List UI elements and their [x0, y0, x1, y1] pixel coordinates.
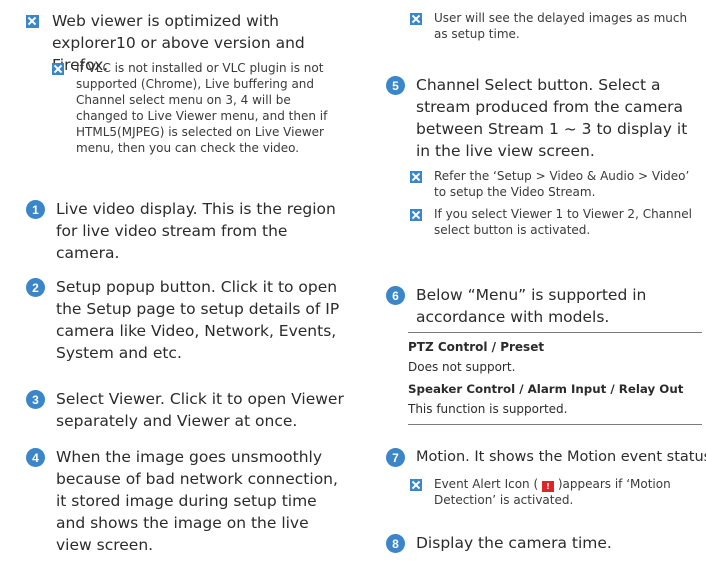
table-top-rule: [408, 332, 702, 333]
intro-note-text: If VLC is not installed or VLC plugin is…: [76, 61, 328, 155]
item-2-text: Setup popup button. Click it to open the…: [56, 278, 340, 362]
item-7: 7 Motion. It shows the Motion event stat…: [386, 446, 706, 468]
item-7-note-pre: Event Alert Icon (: [434, 477, 539, 491]
number-badge-5: 5: [386, 76, 405, 95]
item-5: 5 Channel Select button. Select a stream…: [386, 74, 700, 162]
number-badge-7: 7: [386, 448, 405, 467]
note-square-icon: [410, 13, 422, 25]
item-5-text: Channel Select button. Select a stream p…: [416, 76, 688, 160]
item-5-note-2-text: If you select Viewer 1 to Viewer 2, Chan…: [434, 207, 692, 237]
bullet-square-icon: [26, 15, 39, 28]
number-badge-1: 1: [26, 200, 45, 219]
item-8: 8 Display the camera time.: [386, 532, 696, 554]
table-row-2-head: Speaker Control / Alarm Input / Relay Ou…: [408, 382, 684, 396]
item-4-text: When the image goes unsmoothly because o…: [56, 448, 338, 554]
intro-note: If VLC is not installed or VLC plugin is…: [52, 60, 348, 156]
item-5-note-2: If you select Viewer 1 to Viewer 2, Chan…: [410, 206, 702, 238]
table-row-1-head: PTZ Control / Preset: [408, 340, 545, 354]
note-square-icon: [410, 171, 422, 183]
note-square-icon: [52, 63, 64, 75]
item-7-note-text: Event Alert Icon ( ! )appears if ‘Motion…: [434, 476, 700, 508]
item-3-text: Select Viewer. Click it to open Viewer s…: [56, 390, 344, 430]
item-4: 4 When the image goes unsmoothly because…: [26, 446, 346, 556]
item-6: 6 Below “Menu” is supported in accordanc…: [386, 284, 696, 328]
number-badge-2: 2: [26, 278, 45, 297]
item-1: 1 Live video display. This is the region…: [26, 198, 346, 264]
item-3: 3 Select Viewer. Click it to open Viewer…: [26, 388, 346, 432]
item-7-note: Event Alert Icon ( ! )appears if ‘Motion…: [410, 476, 702, 508]
item-8-text: Display the camera time.: [416, 534, 612, 552]
event-alert-icon: !: [541, 481, 554, 492]
table-bottom-rule: [408, 424, 702, 425]
note-square-icon: [410, 479, 422, 491]
top-note-text: User will see the delayed images as much…: [434, 11, 688, 41]
top-note: User will see the delayed images as much…: [410, 10, 702, 42]
number-badge-3: 3: [26, 390, 45, 409]
item-1-text: Live video display. This is the region f…: [56, 200, 336, 262]
item-2: 2 Setup popup button. Click it to open t…: [26, 276, 346, 364]
table-row-1-text: Does not support.: [408, 360, 516, 374]
item-5-note-1-text: Refer the ‘Setup > Video & Audio > Video…: [434, 169, 690, 199]
number-badge-4: 4: [26, 448, 45, 467]
note-square-icon: [410, 209, 422, 221]
number-badge-8: 8: [386, 534, 405, 553]
number-badge-6: 6: [386, 286, 405, 305]
item-5-note-1: Refer the ‘Setup > Video & Audio > Video…: [410, 168, 702, 200]
item-7-text: Motion. It shows the Motion event status…: [416, 449, 706, 465]
table-row-2-text: This function is supported.: [408, 402, 568, 416]
item-6-text: Below “Menu” is supported in accordance …: [416, 286, 647, 326]
